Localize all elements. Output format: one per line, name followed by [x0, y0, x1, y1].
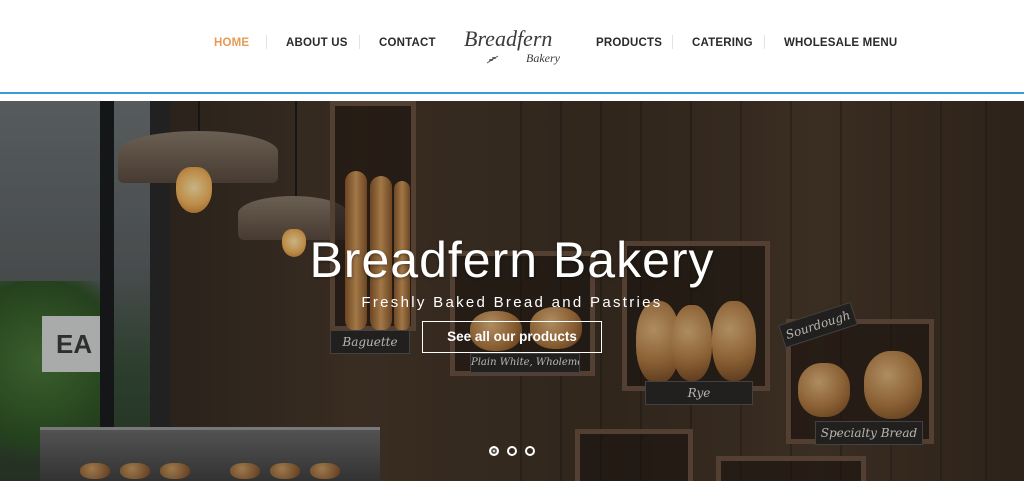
header-rule — [0, 92, 1024, 94]
nav-contact[interactable]: CONTACT — [379, 37, 436, 49]
nav-about-us[interactable]: ABOUT US — [286, 37, 348, 49]
hero-subtitle: Freshly Baked Bread and Pastries — [361, 294, 663, 311]
nav-divider — [359, 35, 360, 49]
hero-slider: EA Baguette Plain White, Wholemeal Rye S… — [0, 101, 1024, 481]
nav-divider — [764, 35, 765, 49]
hero-overlay — [0, 101, 1024, 481]
carousel-dot-3[interactable] — [525, 446, 535, 456]
logo-main-text: Breadfern — [464, 26, 553, 51]
nav-wholesale-menu[interactable]: WHOLESALE MENU — [784, 37, 897, 49]
carousel-dot-2[interactable] — [507, 446, 517, 456]
nav-divider — [266, 35, 267, 49]
nav-catering[interactable]: CATERING — [692, 37, 753, 49]
site-logo[interactable]: Breadfern Bakery — [460, 22, 570, 72]
nav-divider — [672, 35, 673, 49]
see-all-products-button[interactable]: See all our products — [422, 321, 602, 353]
nav-products[interactable]: PRODUCTS — [596, 37, 662, 49]
site-header: HOME ABOUT US CONTACT Breadfern Bakery P… — [0, 0, 1024, 92]
wheat-sprig-icon — [486, 55, 499, 64]
carousel-dot-1[interactable] — [489, 446, 499, 456]
hero-title: Breadfern Bakery — [309, 232, 715, 288]
nav-home[interactable]: HOME — [214, 37, 249, 49]
logo-sub-text: Bakery — [526, 51, 560, 65]
